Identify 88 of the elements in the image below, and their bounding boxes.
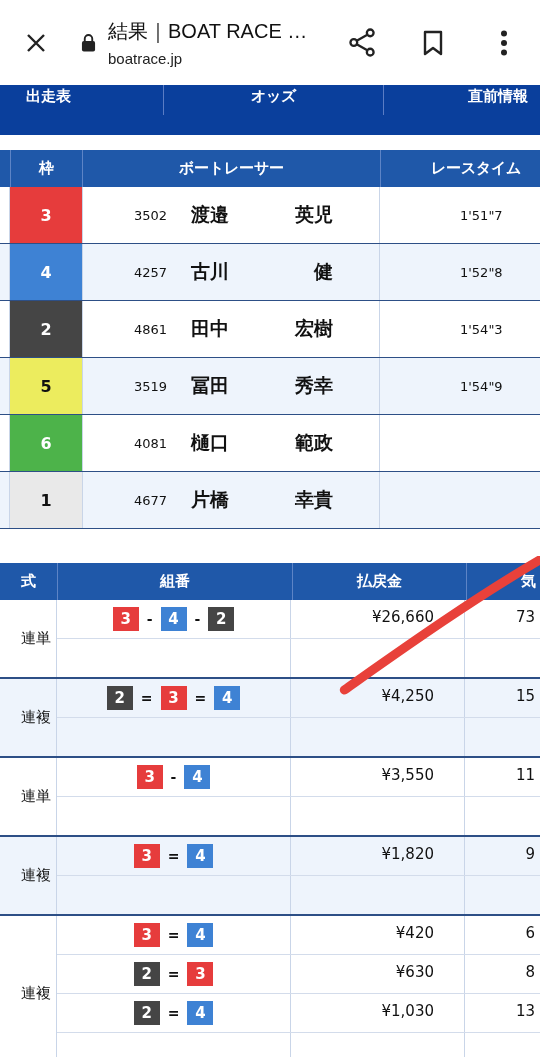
racer-given-name: 英児 [294, 202, 333, 227]
racer-given-name: 宏樹 [293, 316, 333, 341]
popularity-rank: 73 [515, 608, 535, 628]
race-time: 1'54"9 [460, 378, 503, 394]
race-time: 1'52"8 [460, 264, 503, 280]
racer-given-name: 幸貴 [294, 487, 333, 512]
bet-type: 連単 [21, 629, 51, 648]
racer-number: 4677 [132, 492, 167, 508]
boat-number: 2 [133, 962, 160, 986]
popularity-rank: 6 [525, 924, 535, 944]
boat-number: 2 [133, 1001, 160, 1025]
boat-number: 3 [133, 923, 160, 947]
racer-given-name: 秀幸 [294, 373, 333, 398]
boat-number: 4 [184, 765, 211, 789]
boat-number: 4 [160, 607, 187, 631]
frame-cell: 1 [10, 472, 82, 528]
joiner-symbol: = [167, 926, 180, 945]
racer-given-name: 健 [312, 259, 333, 284]
boat-number: 4 [187, 1001, 214, 1025]
nav-tab[interactable]: 出走表 [26, 87, 71, 106]
joiner-symbol: - [170, 768, 177, 787]
column-header: 払戻金 [357, 572, 402, 591]
boat-number: 3 [136, 765, 163, 789]
racer-surname: 古川 [191, 259, 230, 284]
frame-cell: 6 [10, 415, 82, 471]
boat-number: 4 [187, 844, 214, 868]
racer-number: 3502 [132, 207, 167, 223]
payout-amount: ¥630 [395, 963, 434, 983]
column-header: 気 [521, 572, 536, 591]
boat-number: 4 [214, 686, 241, 710]
column-header: 式 [21, 572, 36, 591]
boat-number: 3 [187, 962, 214, 986]
bet-type: 連複 [21, 984, 51, 1003]
popularity-rank: 13 [515, 1002, 535, 1022]
racer-number: 4861 [132, 321, 167, 337]
racer-surname: 渡邉 [191, 202, 230, 227]
payout-amount: ¥26,660 [371, 608, 434, 628]
share-icon[interactable] [349, 28, 376, 57]
joiner-symbol: = [140, 689, 153, 708]
joiner-symbol: = [167, 1004, 180, 1023]
joiner-symbol: = [194, 689, 207, 708]
racer-surname: 片橋 [191, 487, 230, 512]
popularity-rank: 11 [515, 766, 535, 786]
column-header: レースタイム [431, 159, 521, 178]
joiner-symbol: - [146, 610, 153, 629]
frame-cell: 5 [10, 358, 82, 414]
bet-type: 連複 [21, 866, 51, 885]
frame-cell: 2 [10, 301, 82, 357]
racer-number: 4257 [132, 264, 167, 280]
boat-number: 2 [106, 686, 133, 710]
bet-type: 連複 [21, 708, 51, 727]
page-title: 結果｜BOAT RACE … [108, 19, 309, 45]
boat-number: 3 [160, 686, 187, 710]
nav-tab[interactable]: 直前情報 [468, 87, 528, 106]
nav-tab[interactable]: オッズ [251, 87, 296, 106]
boat-number: 4 [187, 923, 214, 947]
popularity-rank: 9 [525, 845, 535, 865]
racer-given-name: 範政 [294, 430, 333, 455]
bookmark-icon[interactable] [423, 29, 443, 56]
boat-number: 3 [133, 844, 160, 868]
joiner-symbol: = [167, 965, 180, 984]
payout-amount: ¥3,550 [381, 766, 434, 786]
payout-amount: ¥420 [395, 924, 434, 944]
payout-amount: ¥1,820 [381, 845, 434, 865]
popularity-rank: 8 [525, 963, 535, 983]
boat-number: 3 [112, 607, 139, 631]
column-header: 組番 [160, 572, 190, 591]
popularity-rank: 15 [515, 687, 535, 707]
racer-surname: 田中 [191, 316, 230, 341]
page-url: boatrace.jp [108, 50, 184, 67]
boat-number: 2 [208, 607, 235, 631]
frame-cell: 3 [10, 187, 82, 243]
column-header: 枠 [39, 159, 54, 178]
racer-number: 3519 [132, 378, 167, 394]
racer-surname: 冨田 [191, 373, 230, 398]
joiner-symbol: - [194, 610, 201, 629]
race-time: 1'54"3 [460, 321, 503, 337]
payout-amount: ¥1,030 [381, 1002, 434, 1022]
race-time: 1'51"7 [460, 207, 503, 223]
racer-surname: 樋口 [191, 430, 230, 455]
payout-amount: ¥4,250 [381, 687, 434, 707]
joiner-symbol: = [167, 847, 180, 866]
bet-type: 連単 [21, 787, 51, 806]
racer-number: 4081 [132, 435, 167, 451]
frame-cell: 4 [10, 244, 82, 300]
column-header: ボートレーサー [179, 159, 284, 178]
more-icon[interactable] [500, 29, 508, 56]
lock-icon [81, 33, 96, 52]
